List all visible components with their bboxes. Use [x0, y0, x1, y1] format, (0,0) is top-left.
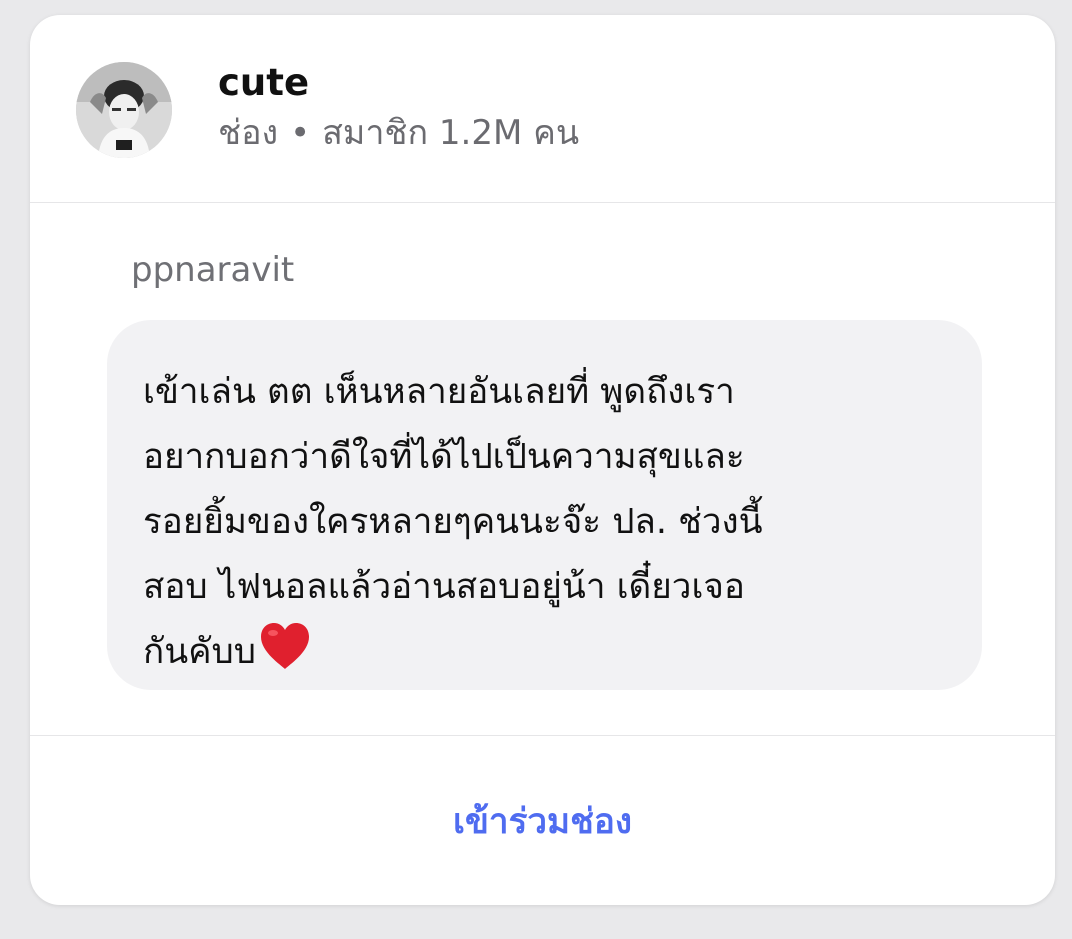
- channel-type-label: ช่อง: [218, 113, 279, 153]
- post-author: ppnaravit: [131, 250, 295, 290]
- separator-dot: •: [290, 113, 311, 153]
- channel-meta: ช่อง • สมาชิก 1.2M คน: [218, 111, 579, 155]
- message-bubble: เข้าเล่น ตต เห็นหลายอันเลยที่ พูดถึงเรา …: [107, 320, 982, 690]
- message-body: เข้าเล่น ตต เห็นหลายอันเลยที่ พูดถึงเรา …: [143, 372, 763, 672]
- card-footer: เข้าร่วมช่อง: [30, 735, 1055, 905]
- message-text: เข้าเล่น ตต เห็นหลายอันเลยที่ พูดถึงเรา …: [143, 360, 948, 693]
- channel-card: cute ช่อง • สมาชิก 1.2M คน ppnaravit เข้าเ…: [30, 15, 1055, 905]
- join-channel-button[interactable]: เข้าร่วมช่อง: [30, 791, 1055, 851]
- channel-title[interactable]: cute: [218, 59, 309, 107]
- member-count: สมาชิก 1.2M คน: [322, 113, 580, 153]
- channel-header[interactable]: cute ช่อง • สมาชิก 1.2M คน: [30, 15, 1055, 203]
- avatar[interactable]: [76, 62, 172, 158]
- avatar-photo: [76, 62, 172, 158]
- heart-icon: [258, 621, 312, 693]
